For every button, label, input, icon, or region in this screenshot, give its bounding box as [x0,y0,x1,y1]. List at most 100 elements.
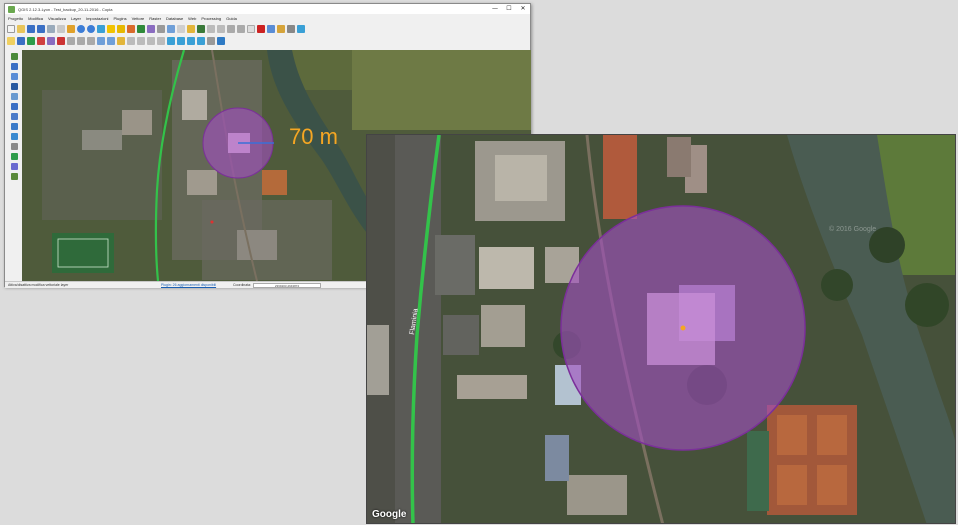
new-spatialite-icon[interactable] [10,163,18,170]
maximize-button[interactable]: ☐ [502,4,516,14]
grass-icon[interactable] [287,24,295,33]
plugin-icon[interactable] [277,24,285,33]
menu-processing[interactable]: Processing [201,16,221,21]
menu-guida[interactable]: Guida [226,16,237,21]
coordinate-label: Coordinata: [233,283,252,287]
menu-visualizza[interactable]: Visualizza [48,16,66,21]
toggle-editing-icon[interactable] [7,36,15,45]
menu-layer[interactable]: Layer [71,16,81,21]
menu-plugins[interactable]: Plugins [113,16,126,21]
refresh-map-icon[interactable] [217,36,225,45]
pin-label-icon[interactable] [217,24,225,33]
toolbar-main [7,23,305,34]
redo-icon[interactable] [107,36,115,45]
paste-features-icon[interactable] [87,36,95,45]
python-console-icon[interactable] [267,24,275,33]
google-logo: Google [372,509,407,520]
undo-icon[interactable] [97,36,105,45]
add-delimited-text-icon[interactable] [10,143,18,150]
help-icon[interactable] [257,24,265,33]
move-feature-icon[interactable] [37,36,45,45]
center-point-marker [680,325,686,331]
new-project-icon[interactable] [7,24,15,33]
minimize-button[interactable]: — [488,4,502,14]
point-marker [210,220,214,224]
deselect-icon[interactable] [127,24,135,33]
copy-features-icon[interactable] [77,36,85,45]
map-tips-icon[interactable] [167,24,175,33]
menu-database[interactable]: Database [166,16,183,21]
add-feature-icon[interactable] [27,36,35,45]
save-project-icon[interactable] [27,24,35,33]
menu-modifica[interactable]: Modifica [28,16,43,21]
save-edits-icon[interactable] [17,36,25,45]
label-tool-icon[interactable] [207,24,215,33]
qgis-logo-icon [8,5,15,13]
zoom-last-icon[interactable] [187,36,195,45]
label-icon[interactable] [117,36,125,45]
add-wfs-layer-icon[interactable] [10,133,18,140]
field-calc-icon[interactable] [147,24,155,33]
distance-label: 70 m [289,124,338,149]
move-label-icon[interactable] [227,24,235,33]
add-mssql-layer-icon[interactable] [10,93,18,100]
menu-progetto[interactable]: Progetto [8,16,23,21]
close-button[interactable]: ✕ [516,4,530,14]
grid-icon[interactable] [207,36,215,45]
pan-icon[interactable] [67,24,75,33]
zoom-selection-icon[interactable] [177,36,185,45]
add-spatialite-layer-icon[interactable] [10,83,18,90]
add-vector-layer-icon[interactable] [10,53,18,60]
screenshot-canvas: QGIS 2.12.3-Lyon - Test_backup_20-11-201… [0,0,958,525]
watermark-text: © 2016 Google [829,225,876,233]
zoom-in-icon[interactable] [77,24,85,33]
attribute-table-icon[interactable] [137,24,145,33]
new-temp-layer-icon[interactable] [10,173,18,180]
add-wms-layer-icon[interactable] [10,113,18,120]
web-icon[interactable] [297,24,305,33]
menu-bar: Progetto Modifica Visualizza Layer Impos… [5,14,530,22]
add-raster-layer-icon[interactable] [10,63,18,70]
zoom-full-icon[interactable] [97,24,105,33]
menu-impostazioni[interactable]: Impostazioni [86,16,108,21]
add-oracle-layer-icon[interactable] [10,103,18,110]
move-label2-icon[interactable] [147,36,155,45]
menu-web[interactable]: Web [188,16,196,21]
field-area [352,50,531,130]
toolbar-digitize [7,35,225,46]
change-label-icon[interactable] [247,24,255,33]
print-composer-icon[interactable] [47,24,55,33]
node-tool-icon[interactable] [47,36,55,45]
cut-features-icon[interactable] [67,36,75,45]
open-project-icon[interactable] [17,24,25,33]
zoom-out-icon[interactable] [87,24,95,33]
zoom-next-icon[interactable] [197,36,205,45]
zoomed-map-svg: Flaminia © 2016 Google [367,135,955,523]
rotate-label-icon[interactable] [237,24,245,33]
window-title: QGIS 2.12.3-Lyon - Test_backup_20-11-201… [18,6,113,12]
show-hide-label-icon[interactable] [137,36,145,45]
refresh-icon[interactable] [197,24,205,33]
delete-selected-icon[interactable] [57,36,65,45]
status-message: Attiva/disattiva modifica vettoriale lay… [8,283,69,287]
zoom-layer-icon[interactable] [167,36,175,45]
plugin-updates-link[interactable]: Plugin: 26 aggiornamenti disponibili [161,283,216,287]
identify-icon[interactable] [107,24,115,33]
menu-raster[interactable]: Raster [149,16,161,21]
save-as-icon[interactable] [37,24,45,33]
add-postgis-layer-icon[interactable] [10,73,18,80]
coordinate-field[interactable]: 2369203,4643874 [253,282,321,288]
zoomed-satellite-view: Flaminia © 2016 Google Google [366,134,956,524]
building-solar [545,435,569,481]
select-icon[interactable] [117,24,125,33]
title-bar: QGIS 2.12.3-Lyon - Test_backup_20-11-201… [5,4,530,14]
new-shapefile-icon[interactable] [10,153,18,160]
menu-vettore[interactable]: Vettore [132,16,145,21]
highlight-label-icon[interactable] [127,36,135,45]
composer-manager-icon[interactable] [57,24,65,33]
tile-scale-icon[interactable] [187,24,195,33]
bookmark-icon[interactable] [177,24,185,33]
rotate-label2-icon[interactable] [157,36,165,45]
add-wcs-layer-icon[interactable] [10,123,18,130]
measure-icon[interactable] [157,24,165,33]
